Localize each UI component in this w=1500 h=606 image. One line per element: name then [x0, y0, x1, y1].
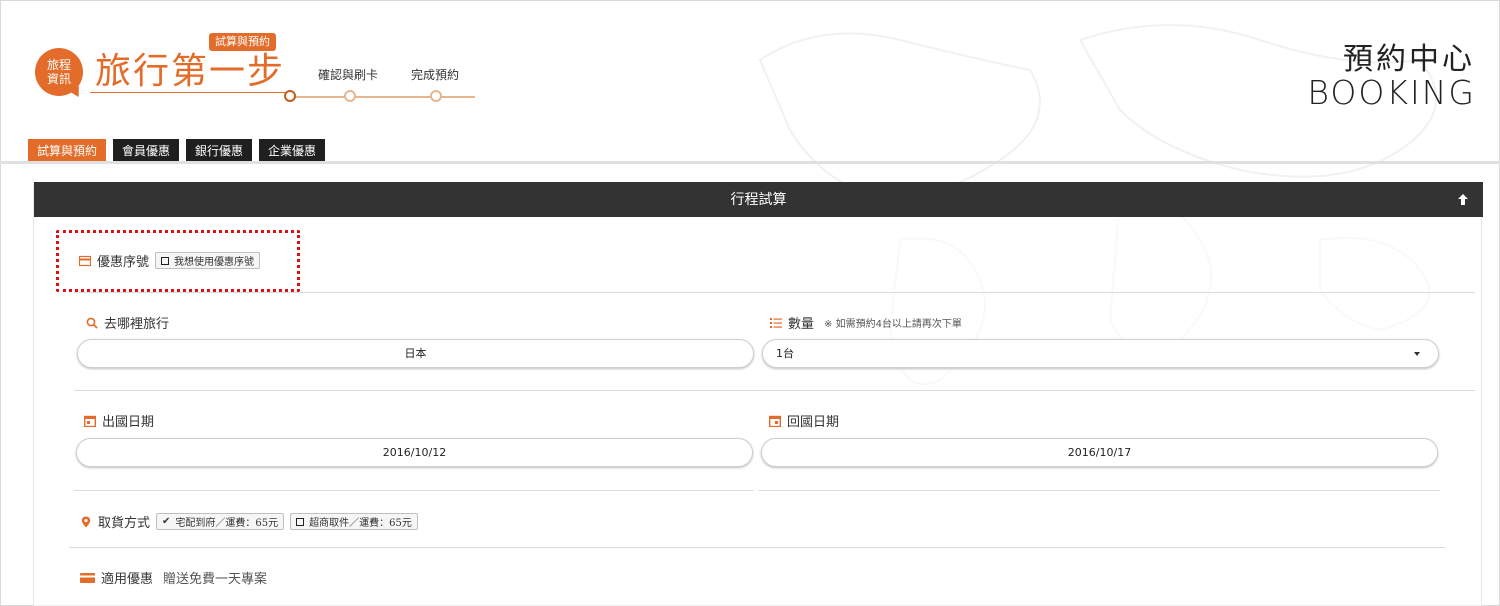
credit-card-icon [79, 255, 91, 266]
pickup-row: 取貨方式 ✔ 宅配到府／運費：65元 超商取件／運費：65元 [80, 512, 418, 531]
promo-label: 適用優惠 [101, 572, 154, 587]
divider [74, 390, 1475, 391]
tab-bank-discount[interactable]: 銀行優惠 [186, 139, 253, 163]
divider [69, 547, 1445, 548]
convenience-store-label: 超商取件／運費：65元 [309, 518, 412, 529]
quantity-row: 數量 ※ 如需預約4台以上請再次下單 [770, 313, 962, 332]
badge-line1: 旅程 [46, 58, 71, 72]
destination-input[interactable]: 日本 [77, 339, 754, 368]
progress-line [290, 96, 475, 98]
tab-member-discount[interactable]: 會員優惠 [113, 139, 180, 163]
pickup-label: 取貨方式 [98, 516, 151, 531]
pickup-option-convenience-store[interactable]: 超商取件／運費：65元 [290, 513, 418, 530]
checkmark-icon: ✔ [162, 516, 171, 527]
return-date-row: 回國日期 [769, 411, 839, 430]
page-title: 旅行第一步 [95, 51, 286, 92]
quantity-select[interactable]: 1台 [762, 339, 1439, 368]
use-coupon-checkbox[interactable]: 我想使用優惠序號 [155, 252, 261, 269]
panel-header: 行程試算 [34, 182, 1483, 217]
step-label-complete: 完成預約 [411, 68, 460, 82]
current-step-tag: 試算與預約 [209, 33, 276, 51]
booking-logo: BOOKING [1307, 73, 1476, 112]
credit-card-icon [80, 572, 95, 583]
title-underline [90, 92, 290, 93]
tab-divider [0, 161, 1500, 164]
use-coupon-label: 我想使用優惠序號 [174, 257, 255, 268]
quantity-value: 1台 [776, 347, 794, 360]
divider [74, 292, 1475, 293]
progress-dot-step1 [284, 90, 296, 102]
calendar-icon [769, 415, 781, 427]
tab-bar: 試算與預約 會員優惠 銀行優惠 企業優惠 [28, 139, 326, 163]
return-date-input[interactable]: 2016/10/17 [761, 438, 1438, 467]
step-label-confirm: 確認與刷卡 [318, 68, 379, 82]
depart-date-row: 出國日期 [84, 411, 154, 430]
progress-dot-step3 [430, 90, 442, 102]
destination-label: 去哪裡旅行 [104, 317, 170, 332]
destination-row: 去哪裡旅行 [86, 313, 169, 332]
divider [74, 490, 754, 491]
search-icon [86, 317, 98, 329]
divider [758, 490, 1440, 491]
quantity-note: ※ 如需預約4台以上請再次下單 [824, 319, 962, 330]
panel-title: 行程試算 [730, 192, 787, 208]
home-delivery-label: 宅配到府／運費：65元 [175, 518, 279, 529]
itinerary-panel: 行程試算 優惠序號 我想使用優惠序號 去哪裡旅行 日本 數量 ※ 如需預約4台以… [33, 182, 1483, 606]
coupon-row: 優惠序號 我想使用優惠序號 [79, 251, 261, 270]
tab-estimate-booking[interactable]: 試算與預約 [28, 139, 107, 163]
promo-row: 適用優惠 贈送免費一天專案 [80, 568, 267, 587]
depart-date-input[interactable]: 2016/10/12 [76, 438, 753, 467]
pickup-option-home-delivery[interactable]: ✔ 宅配到府／運費：65元 [156, 513, 285, 530]
promo-value: 贈送免費一天專案 [163, 572, 268, 587]
quantity-label: 數量 [788, 317, 815, 332]
trip-info-badge: 旅程 資訊 [35, 48, 83, 96]
checkbox-unchecked-icon [161, 256, 170, 265]
tab-corporate-discount[interactable]: 企業優惠 [259, 139, 326, 163]
map-pin-icon [81, 516, 91, 527]
calendar-icon [84, 415, 96, 427]
chevron-down-icon [1414, 352, 1420, 356]
badge-line2: 資訊 [46, 72, 71, 86]
list-icon [770, 317, 782, 328]
return-date-label: 回國日期 [787, 415, 840, 430]
checkbox-unchecked-icon [296, 517, 305, 526]
progress-dot-step2 [344, 90, 356, 102]
arrow-up-icon[interactable] [1457, 193, 1469, 206]
coupon-label: 優惠序號 [97, 255, 150, 270]
depart-date-label: 出國日期 [102, 415, 155, 430]
